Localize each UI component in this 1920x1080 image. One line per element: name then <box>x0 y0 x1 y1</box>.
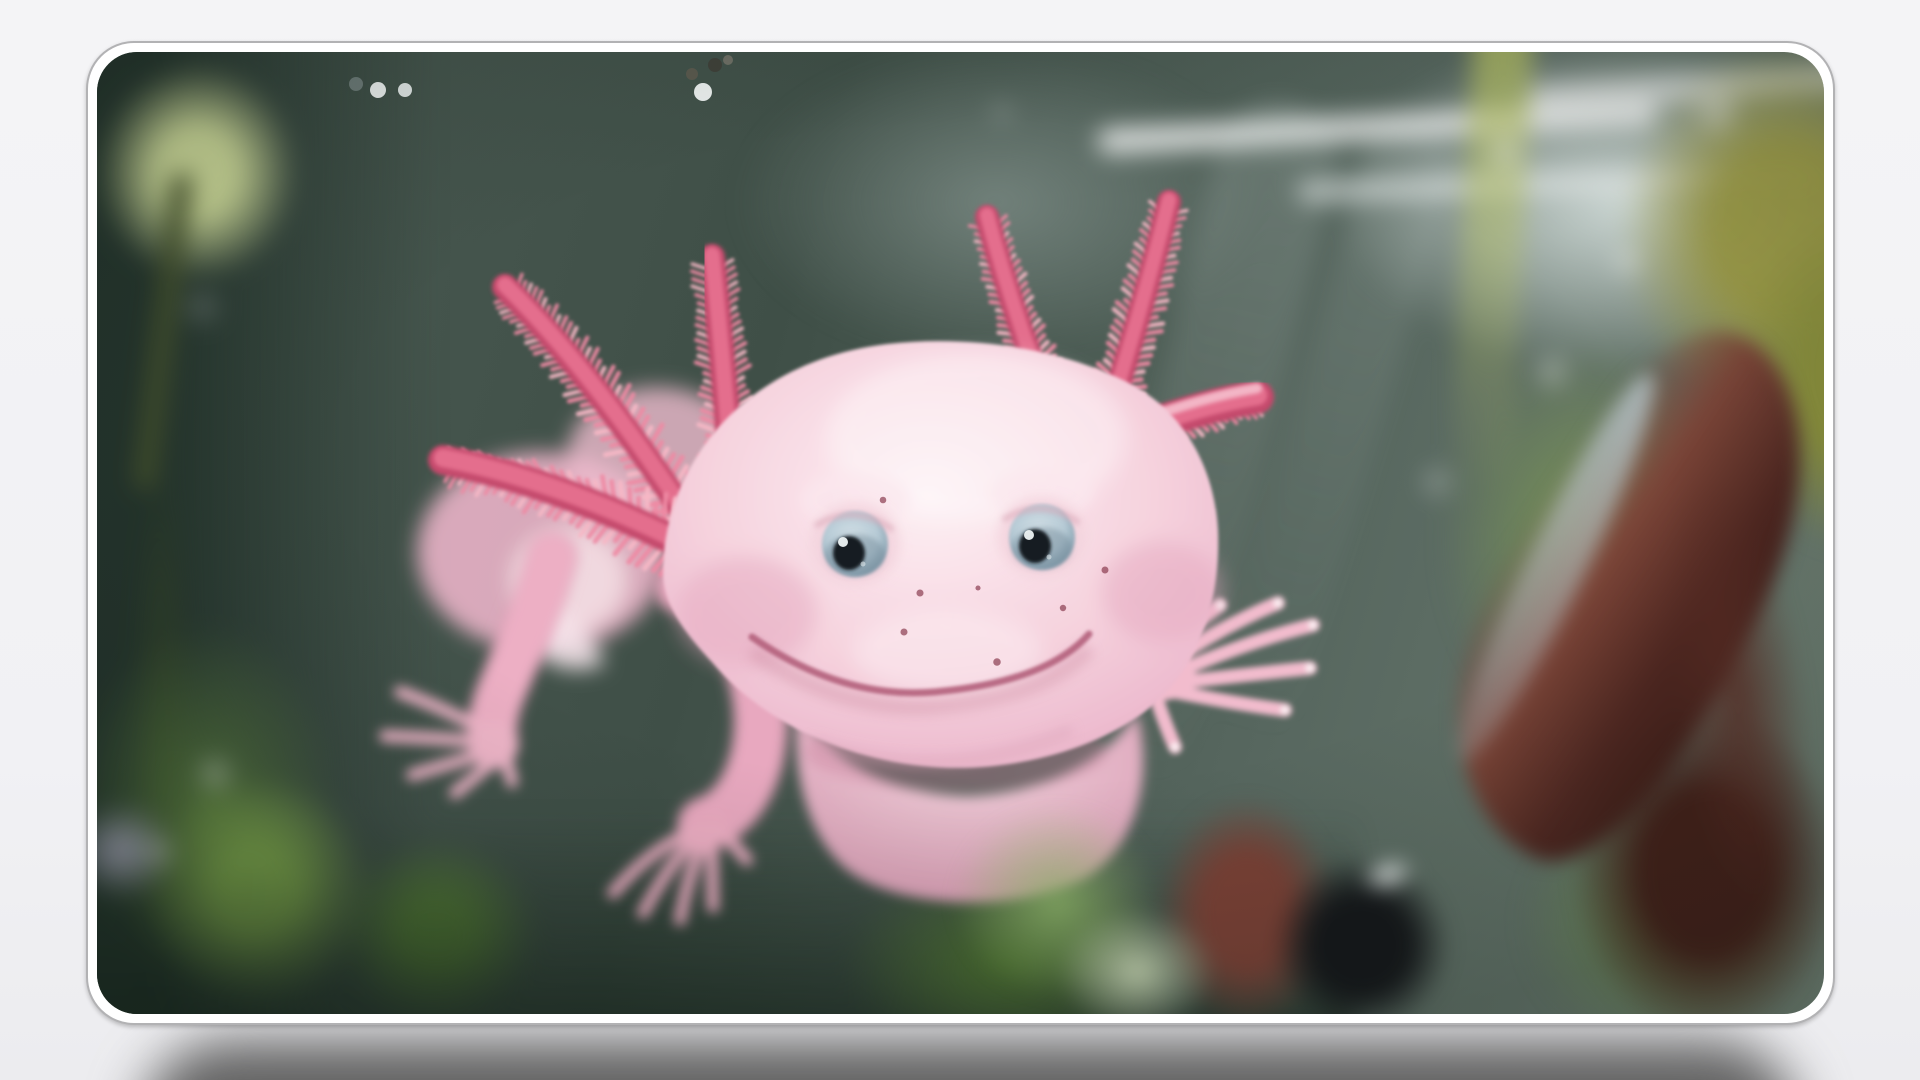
axolotl-photo <box>97 52 1824 1014</box>
card-drop-shadow <box>140 1040 1800 1080</box>
photo-card <box>86 41 1835 1025</box>
page-background <box>0 0 1920 1080</box>
photo-vignette <box>97 52 1824 1014</box>
